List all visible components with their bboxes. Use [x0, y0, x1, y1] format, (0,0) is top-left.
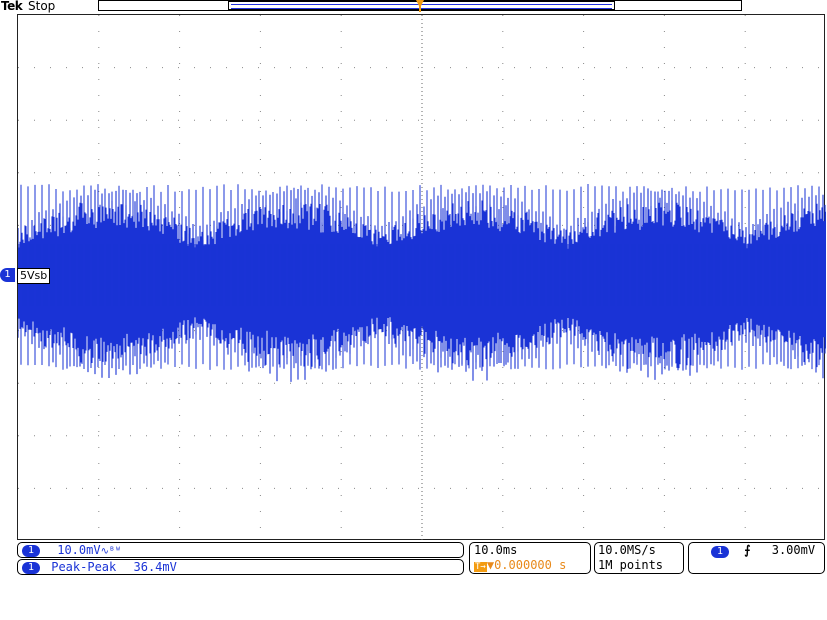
- trigger-position: ▼0.000000 s: [486, 558, 567, 572]
- measurement-value: 36.4mV: [133, 560, 177, 574]
- vertical-scale: 10.0mV: [57, 543, 101, 557]
- record-length: 1M points: [598, 558, 664, 572]
- acquisition-readout[interactable]: 10.0MS/s 1M points: [594, 542, 684, 574]
- time-per-division: 10.0ms: [474, 543, 518, 557]
- oscilloscope-display: [17, 14, 826, 541]
- horizontal-readout[interactable]: 10.0ms T→▼0.000000 s: [469, 542, 591, 574]
- sample-rate: 10.0MS/s: [598, 543, 656, 557]
- trigger-position-icon: [416, 0, 424, 12]
- waveform-core: [18, 244, 826, 306]
- channel-1-ground-marker[interactable]: 1: [0, 268, 15, 282]
- channel-label: 5Vsb: [17, 268, 51, 284]
- top-status-bar: Tek Stop: [0, 0, 827, 14]
- waveform-graticule: [18, 15, 826, 541]
- bandwidth-limit-icon: ∿ᴮᵂ: [100, 546, 122, 557]
- channel-badge: 1: [22, 544, 40, 557]
- measurement-name: Peak-Peak: [51, 560, 117, 574]
- measurement-readout[interactable]: 1 Peak-Peak 36.4mV: [17, 559, 464, 575]
- rising-edge-icon: ⨍: [744, 543, 751, 557]
- acquisition-status: Stop: [28, 0, 56, 13]
- measurement-channel-badge: 1: [22, 561, 40, 574]
- trigger-source-badge: 1: [711, 545, 729, 558]
- brand-logo: Tek: [1, 0, 23, 13]
- trigger-readout[interactable]: 1 ⨍ 3.00mV: [688, 542, 825, 574]
- channel-scale-readout[interactable]: 1 10.0mV∿ᴮᵂ: [17, 542, 464, 558]
- trigger-level: 3.00mV: [771, 543, 816, 557]
- trigger-time-icon: T→: [474, 562, 487, 572]
